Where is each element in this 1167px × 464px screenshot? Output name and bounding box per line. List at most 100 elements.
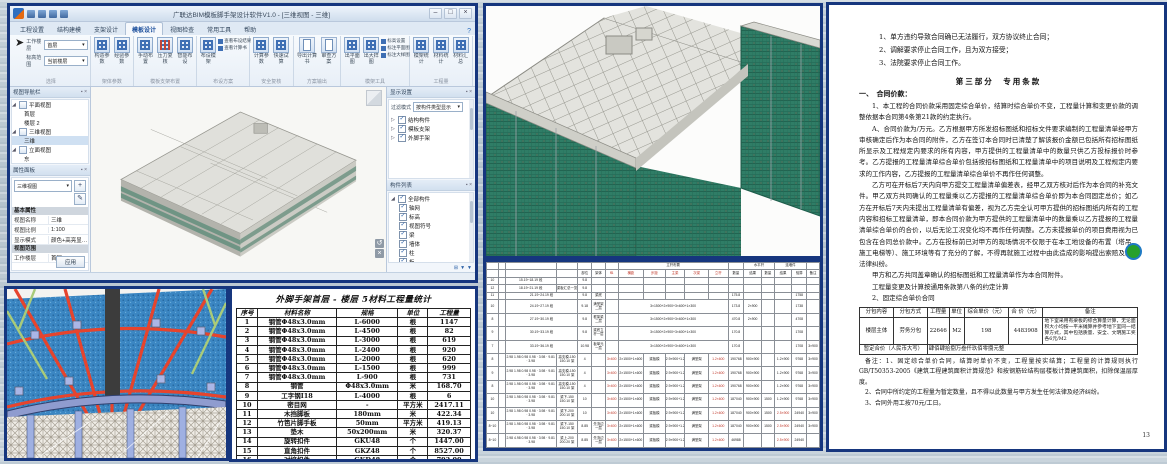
ribbon-group-0: ➤工作楼层首层▾标高范围当前楼层▾选择 xyxy=(12,36,91,86)
ribbon-group-5: 导出计算书审查方案方案输出 xyxy=(294,36,342,86)
select-tool-button[interactable]: ➤ xyxy=(14,36,25,50)
edit-type-button[interactable]: ✎ xyxy=(74,193,86,205)
ribbon-button-4-1[interactable]: 快速试算 xyxy=(272,36,291,66)
component-root[interactable]: ◢✓全部构件 xyxy=(391,194,471,203)
print-icon[interactable] xyxy=(60,10,68,18)
doc-paragraph: 1、单方违约导致合同确已无法履行，双方协议终止合同； xyxy=(859,31,1138,44)
pin-icon[interactable]: ▪ × xyxy=(466,89,472,95)
canvas-mini-button[interactable]: × xyxy=(375,249,384,258)
calc-row: 1121.19~24.19 段9.8梁底175.81758 xyxy=(487,292,820,299)
component-list-footer-icons[interactable]: ⊞▼▼ xyxy=(387,264,475,272)
ribbon-button-1-1[interactable]: 经验参数 xyxy=(112,36,131,66)
document-notes: 备注：1、固定综合单价合同，结算时单价不变，工程量按实结算；工程量的计算规则执行… xyxy=(859,357,1138,410)
tree-leaf-南[interactable]: 南 xyxy=(12,163,88,164)
ribbon-button-7-1[interactable]: 材料统计 xyxy=(432,36,451,66)
pin-icon[interactable]: ▪ × xyxy=(81,167,87,173)
window-control-–[interactable]: – xyxy=(429,8,442,19)
calc-row: 733.19~36.19 段10.98板单元一层3×1500+2×900+3×6… xyxy=(487,340,820,353)
scaffold-3d-view xyxy=(7,289,226,458)
ribbon-stack-item[interactable]: 查看计算书 xyxy=(218,45,251,51)
pin-icon[interactable]: ▪ × xyxy=(466,182,472,188)
ribbon-button-6-1[interactable]: 出大样图 xyxy=(362,36,380,66)
component-item[interactable]: ✓板 xyxy=(391,257,471,262)
view-browser-tree: ◢平面视图首层楼层 2◢三维视图三维◢立面视图东南西北▷场地 xyxy=(11,99,89,164)
display-filter-item[interactable]: ▷✓结构构件 xyxy=(391,115,471,124)
title-bar[interactable]: 广联达BIM模板脚手架设计软件V1.0 - [三维视图 - 三维] –□× xyxy=(10,6,475,22)
ribbon-button-2-2[interactable]: 智能布设 xyxy=(176,36,195,66)
apply-button[interactable]: 应用 xyxy=(56,256,85,268)
footer-icon[interactable]: ▼ xyxy=(460,265,465,271)
component-item[interactable]: ✓梁 xyxy=(391,230,471,239)
selector-dropdown-0[interactable]: 首层▾ xyxy=(44,40,87,50)
tab-2[interactable]: 支架设计 xyxy=(88,23,124,35)
ribbon-button-2-0[interactable]: 手动布置 xyxy=(136,36,155,66)
doc-paragraph: 2、调解要求停止合同工作，且为双方接受； xyxy=(859,44,1138,57)
calc-row: 8~102.98 4.98 0.98 0.98 · 3.98 · 9.81 · … xyxy=(487,434,820,448)
ribbon-button-6-0[interactable]: 出平面图 xyxy=(343,36,361,66)
scrollbar[interactable] xyxy=(469,100,473,178)
ribbon-button-3-0[interactable]: 布设模架 xyxy=(199,36,217,66)
tree-node[interactable]: ◢平面视图 xyxy=(12,100,88,109)
help-icon[interactable]: ? xyxy=(467,28,471,35)
property-row: 视图比例1:100 xyxy=(12,225,88,235)
material-row: 15直角扣件GKZ48个8527.00 xyxy=(237,446,471,455)
ribbon-stack-item[interactable]: 查看布设结果 xyxy=(218,38,251,44)
tab-0[interactable]: 工程设置 xyxy=(14,23,50,35)
doc-paragraph: 1、本工程的合同价款采用固定综合单价，结算时综合单价不变，工程量计算和变更价款的… xyxy=(859,101,1138,124)
ribbon-button-7-0[interactable]: 模架统计 xyxy=(412,36,431,66)
component-item[interactable]: ✓标高 xyxy=(391,212,471,221)
quick-access-toolbar[interactable] xyxy=(27,10,68,18)
window-control-×[interactable]: × xyxy=(459,8,472,19)
selector-dropdown-1[interactable]: 当前楼层▾ xyxy=(44,56,87,66)
tab-6[interactable]: 帮助 xyxy=(238,23,262,35)
tree-leaf-首层[interactable]: 首层 xyxy=(12,109,88,118)
canvas-mini-button[interactable]: ↺ xyxy=(375,239,384,248)
display-settings-title: 显示设置 xyxy=(390,88,412,96)
footer-icon[interactable]: ▼ xyxy=(467,265,472,271)
ribbon-button-5-1[interactable]: 审查方案 xyxy=(319,36,338,66)
ribbon-button-1-0[interactable]: 构造参数 xyxy=(93,36,112,66)
component-item[interactable]: ✓轴网 xyxy=(391,203,471,212)
scrollbar[interactable] xyxy=(469,193,473,262)
window-title: 广联达BIM模板脚手架设计软件V1.0 - [三维视图 - 三维] xyxy=(74,9,429,19)
window-control-□[interactable]: □ xyxy=(444,8,457,19)
filter-mode-select[interactable]: 按构件类型显示▾ xyxy=(413,102,463,112)
material-row: 7钢管Φ48x3.0mmL-900根731 xyxy=(237,373,471,382)
view-browser-title: 视图导航栏 xyxy=(13,88,41,96)
model-canvas[interactable]: ↺× xyxy=(91,87,386,272)
ribbon-button-7-2[interactable]: 材料汇总 xyxy=(451,36,470,66)
component-item[interactable]: ✓柱 xyxy=(391,248,471,257)
calc-row: 827.19~30.19 段9.8框架梁二层3×1500+2×900+3×600… xyxy=(487,313,820,326)
tree-leaf-楼层 2[interactable]: 楼层 2 xyxy=(12,118,88,127)
canvas-mini-buttons[interactable]: ↺× xyxy=(375,239,384,258)
undo-icon[interactable] xyxy=(38,10,46,18)
tab-3[interactable]: 模板设计 xyxy=(125,22,163,35)
tree-node[interactable]: ◢三维视图 xyxy=(12,127,88,136)
ribbon-button-5-0[interactable]: 导出计算书 xyxy=(296,36,319,66)
building-3d-render xyxy=(486,6,820,256)
ribbon-stack-item[interactable]: 标高设置 xyxy=(381,38,410,44)
calculation-sheet-image: 立杆布置水平杆连墙件部位架体纵横距步距主梁次梁立杆数量结果数量结果验算备注101… xyxy=(483,259,823,451)
footer-icon[interactable]: ⊞ xyxy=(454,265,458,271)
component-item[interactable]: ✓墙体 xyxy=(391,239,471,248)
ribbon-button-4-0[interactable]: 计算参数 xyxy=(252,36,271,66)
ribbon-stack-item[interactable]: 标注平面图 xyxy=(381,45,410,51)
tab-4[interactable]: 视图检查 xyxy=(164,23,200,35)
display-filter-item[interactable]: ▷✓模板支架 xyxy=(391,124,471,133)
display-filter-item[interactable]: ▷✓外脚手架 xyxy=(391,133,471,142)
ribbon-button-2-1[interactable]: 压力复核 xyxy=(156,36,175,66)
save-icon[interactable] xyxy=(27,10,35,18)
component-item[interactable]: ✓视图符号 xyxy=(391,221,471,230)
tab-1[interactable]: 结构建模 xyxy=(51,23,87,35)
tree-node[interactable]: ◢立面视图 xyxy=(12,145,88,154)
window-controls[interactable]: –□× xyxy=(429,8,472,19)
tab-5[interactable]: 常用工具 xyxy=(201,23,237,35)
type-selector[interactable]: 三维视图▾ xyxy=(14,180,72,192)
redo-icon[interactable] xyxy=(49,10,57,18)
tree-leaf-三维[interactable]: 三维 xyxy=(12,136,88,145)
tree-leaf-东[interactable]: 东 xyxy=(12,154,88,163)
ribbon-stack-item[interactable]: 标注大样图 xyxy=(381,52,410,58)
add-type-button[interactable]: + xyxy=(74,180,86,192)
pin-icon[interactable]: ▪ × xyxy=(81,89,87,95)
view-cube[interactable] xyxy=(366,90,382,106)
